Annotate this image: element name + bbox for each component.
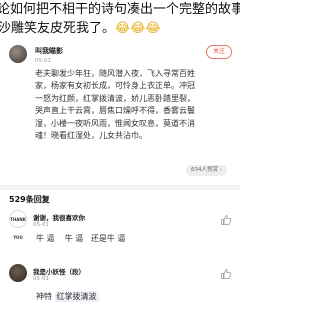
- reply-username[interactable]: 谢谢，我很喜欢你: [33, 212, 85, 222]
- poem-line: 哭声直上干云霄，唇焦口燥呼不得，香雾云鬟: [35, 106, 195, 116]
- section-divider: [0, 185, 240, 190]
- chevron-right-icon: ›: [220, 167, 222, 173]
- post-username[interactable]: 叫我瞄影: [35, 46, 63, 56]
- follow-button[interactable]: 关注: [205, 45, 232, 59]
- reply-text: 神特 红掌拨清波: [36, 291, 99, 302]
- post-date: 05-01: [35, 58, 51, 64]
- poem-line: 魂！晓看红湿处，儿女共沾巾。: [35, 131, 147, 141]
- avatar[interactable]: [9, 45, 27, 63]
- thumbs-up-icon[interactable]: [220, 214, 232, 226]
- original-post: 叫我瞄影 05-01 关注 老夫聊发少年狂，随风潜入夜，飞入寻常百姓 家，杨家有…: [0, 40, 240, 177]
- poem-line: 一怒为红颜，红掌拨清波，娇儿恶卧踏里裂，: [35, 93, 195, 103]
- post-title: 论如何把不相干的诗句凑出一个完整的故事 沙雕笑友皮死我了。😂😂😂: [0, 0, 240, 38]
- likes-count: 634人赞赏: [191, 167, 218, 173]
- post-body: 老夫聊发少年狂，随风潜入夜，飞入寻常百姓 家，杨家有女初长成，可怜身上衣正单。冲…: [35, 68, 235, 142]
- quoted-phrase: 红掌拨清波: [54, 291, 99, 302]
- reply-text-prefix: 神特: [36, 292, 55, 301]
- poem-line: 老夫聊发少年狂，随风潜入夜，飞入寻常百姓: [35, 69, 195, 78]
- title-line-2-text: 沙雕笑友皮死我了。: [0, 21, 116, 36]
- reply-count: 529条回复: [9, 195, 50, 204]
- reply-username[interactable]: 我是小妖怪（段）: [33, 266, 85, 276]
- avatar[interactable]: [9, 264, 27, 282]
- likes-badge[interactable]: 634人赞赏 ›: [186, 165, 227, 176]
- title-line-1: 论如何把不相干的诗句凑出一个完整的故事: [0, 2, 240, 17]
- laughing-emoji: 😂😂😂: [115, 21, 161, 36]
- reply-text: 牛 逼 牛 逼 还是牛 逼: [36, 234, 126, 243]
- avatar[interactable]: THANK YOU: [9, 210, 27, 240]
- reply-date: 05-01: [33, 276, 49, 282]
- reply-date: 05-01: [33, 222, 49, 228]
- title-line-2: 沙雕笑友皮死我了。😂😂😂: [0, 19, 240, 38]
- thumbs-up-icon[interactable]: [220, 268, 232, 280]
- poem-line: 湿，小楼一夜听风雨，惟闻女叹息，莫道不消: [35, 118, 195, 128]
- poem-line: 家，杨家有女初长成，可怜身上衣正单。冲冠: [35, 81, 195, 91]
